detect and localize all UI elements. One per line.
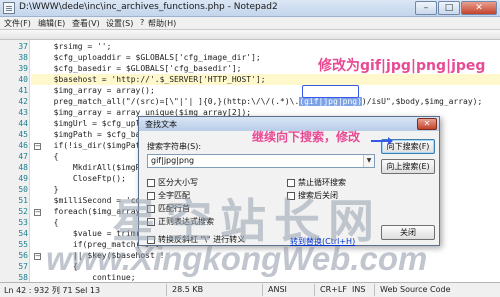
line-number: 46 xyxy=(18,141,28,150)
minimize-button[interactable]: – xyxy=(415,1,437,15)
line-number: 42 xyxy=(18,97,28,106)
fold-marker-icon[interactable]: − xyxy=(34,253,41,260)
line-number: 39 xyxy=(18,64,28,73)
line-number: 41 xyxy=(18,86,28,95)
code-line: { xyxy=(44,152,59,161)
line-number: 54 xyxy=(18,229,28,238)
status-insert-mode[interactable]: INS xyxy=(352,285,365,294)
code-line: preg_match_all("/(src)=[\"|'| ]{0,}(http… xyxy=(44,96,482,107)
line-number-gutter: 37 38 39 40 41 42 43 44 45 46 47 48 49 5… xyxy=(0,40,30,282)
maximize-button[interactable]: □ xyxy=(438,1,460,15)
search-string-value: gif|jpg|png xyxy=(151,156,195,165)
fold-marker-icon[interactable]: − xyxy=(34,143,41,150)
code-line: $img_array = array(); xyxy=(44,86,155,95)
find-dialog-title: 查找文本 xyxy=(145,120,177,129)
line-number: 57 xyxy=(18,262,28,271)
find-prev-button[interactable]: 向上搜索(E) xyxy=(381,159,435,174)
status-bar: Ln 42 : 932 列 71 Sel 13 28.5 KB ANSI CR+… xyxy=(0,282,500,297)
chevron-down-icon[interactable]: ▼ xyxy=(363,155,374,167)
toolbar xyxy=(0,30,500,40)
line-number: 45 xyxy=(18,130,28,139)
code-line: { xyxy=(44,218,59,227)
code-text: preg_match_all("/(src)=[\"|'| ]{0,}(http… xyxy=(44,97,300,106)
code-line: $basehost = 'http://'.$_SERVER['HTTP_HOS… xyxy=(44,75,266,84)
line-number: 37 xyxy=(18,42,28,51)
annotation-modify-to: 修改为gif|jpg|png|jpeg xyxy=(318,58,486,74)
menu-bar: 文件(F) 编辑(E) 查看(V) 设置(S) ? 帮助(H) xyxy=(0,17,500,30)
line-number: 52 xyxy=(18,207,28,216)
annotation-continue-search: 继续向下搜索，修改 xyxy=(252,130,361,144)
find-dialog-close-icon[interactable]: ✕ xyxy=(417,118,437,130)
selected-search-text: (gif|jpg|png) xyxy=(299,97,362,106)
notepad-app-icon xyxy=(3,2,15,14)
line-number: 48 xyxy=(18,163,28,172)
code-line: } xyxy=(44,185,59,194)
line-number: 55 xyxy=(18,240,28,249)
close-button[interactable]: ✕ xyxy=(461,1,497,15)
code-text: )/isU",$body,$img_array); xyxy=(361,97,483,106)
window-title: D:\WWW\dede\inc\inc_archives_functions.p… xyxy=(19,2,278,12)
status-separator xyxy=(314,284,315,296)
search-string-label: 搜索字符串(S): xyxy=(147,142,202,151)
line-number: 43 xyxy=(18,108,28,117)
status-separator xyxy=(262,284,263,296)
line-number: 49 xyxy=(18,174,28,183)
window-controls: – □ ✕ xyxy=(414,1,497,15)
line-number: 47 xyxy=(18,152,28,161)
status-file-size: 28.5 KB xyxy=(172,285,204,294)
line-number: 50 xyxy=(18,185,28,194)
menu-question[interactable]: ? xyxy=(140,18,144,27)
menu-help[interactable]: 帮助(H) xyxy=(148,18,176,29)
status-position: Ln 42 : 932 列 71 Sel 13 xyxy=(4,286,101,295)
line-number: 44 xyxy=(18,119,28,128)
line-number: 56 xyxy=(18,251,28,260)
code-line: $cfg_uploaddir = $GLOBALS['cfg_image_dir… xyxy=(44,53,261,62)
line-number: 53 xyxy=(18,218,28,227)
watermark-url: www.XingkongWeb.com xyxy=(46,240,428,277)
status-eol[interactable]: CR+LF xyxy=(320,285,347,294)
status-scheme[interactable]: Web Source Code xyxy=(380,285,450,294)
dialog-close-button[interactable]: 关闭 xyxy=(381,225,435,240)
code-line: $cfg_basedir = $GLOBALS['cfg_basedir']; xyxy=(44,64,242,73)
menu-settings[interactable]: 设置(S) xyxy=(106,18,133,29)
menu-view[interactable]: 查看(V) xyxy=(72,18,100,29)
status-separator xyxy=(374,284,375,296)
menu-file[interactable]: 文件(F) xyxy=(4,18,31,29)
search-string-input[interactable]: gif|jpg|png ▼ xyxy=(147,154,375,168)
annotation-highlight-box xyxy=(302,85,359,98)
status-encoding[interactable]: ANSI xyxy=(268,285,287,294)
menu-edit[interactable]: 编辑(E) xyxy=(38,18,65,29)
line-number: 38 xyxy=(18,53,28,62)
title-bar: D:\WWW\dede\inc\inc_archives_functions.p… xyxy=(0,0,500,17)
line-number: 40 xyxy=(18,75,28,84)
status-separator xyxy=(166,284,167,296)
code-line: CloseFtp(); xyxy=(44,174,126,183)
fold-marker-icon[interactable]: − xyxy=(34,209,41,216)
annotation-arrow-icon xyxy=(371,137,393,145)
line-number: 51 xyxy=(18,196,28,205)
code-line: $rsimg = ''; xyxy=(44,42,112,51)
